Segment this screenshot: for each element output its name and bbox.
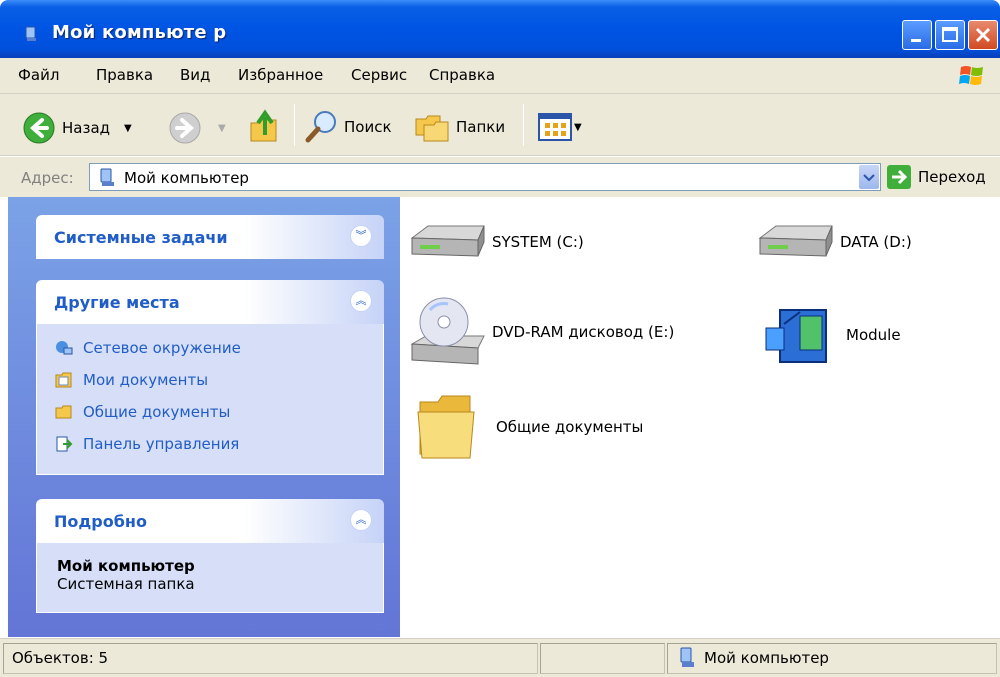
- minimize-icon: [911, 39, 921, 42]
- link-control-panel[interactable]: Панель управления: [37, 428, 383, 460]
- views-button[interactable]: ▼: [538, 111, 582, 143]
- link-shared-documents[interactable]: Общие документы: [37, 396, 383, 428]
- status-bar: Объектов: 5 Мой компьютер: [0, 638, 1000, 677]
- up-folder-icon: [250, 109, 277, 142]
- maximize-icon: [942, 27, 958, 42]
- up-folder-button[interactable]: [248, 109, 282, 145]
- chevron-down-icon: [863, 174, 875, 182]
- back-dropdown-icon[interactable]: ▼: [124, 123, 132, 134]
- close-icon: [975, 27, 991, 43]
- search-button[interactable]: Поиск: [304, 109, 392, 145]
- drive-e-item[interactable]: DVD-RAM дисковод (E:): [408, 292, 674, 372]
- menu-favorites[interactable]: Избранное: [238, 66, 323, 84]
- other-places-header[interactable]: Другие места ︽: [36, 280, 384, 324]
- link-my-documents-label: Мои документы: [83, 371, 209, 389]
- module-item[interactable]: Module: [764, 300, 901, 370]
- drive-d-item[interactable]: DATA (D:): [756, 214, 912, 270]
- computer-icon: [100, 168, 114, 186]
- status-objects: Объектов: 5: [12, 649, 109, 667]
- back-button[interactable]: Назад ▼: [22, 111, 132, 145]
- link-network-label: Сетевое окружение: [83, 339, 241, 357]
- drive-e-label: DVD-RAM дисковод (E:): [492, 323, 675, 341]
- shared-docs-item[interactable]: Общие документы: [416, 392, 643, 462]
- maximize-button[interactable]: [935, 20, 965, 50]
- drive-c-item[interactable]: SYSTEM (C:): [408, 214, 584, 270]
- minimize-button[interactable]: [902, 20, 932, 50]
- details-body: Мой компьютер Системная папка: [36, 543, 384, 613]
- search-label: Поиск: [344, 118, 392, 136]
- forward-button[interactable]: ▼: [168, 111, 226, 145]
- dvd-drive-icon: [410, 297, 485, 365]
- hard-drive-icon: [758, 225, 833, 257]
- system-tasks-header[interactable]: Системные задачи ︾: [36, 215, 384, 259]
- other-places-title: Другие места: [54, 293, 180, 312]
- system-tasks-box: Системные задачи ︾: [36, 215, 384, 259]
- link-my-documents[interactable]: Мои документы: [37, 364, 383, 396]
- drive-d-label: DATA (D:): [840, 233, 912, 251]
- control-panel-icon: [56, 436, 73, 452]
- drive-c-label: SYSTEM (C:): [492, 233, 584, 251]
- views-icon: [538, 113, 572, 141]
- views-dropdown-icon[interactable]: ▼: [574, 122, 582, 133]
- menu-bar: Файл Правка Вид Избранное Сервис Справка: [0, 58, 1000, 94]
- menu-view[interactable]: Вид: [180, 66, 210, 84]
- back-arrow-icon: [23, 112, 55, 144]
- details-type: Системная папка: [57, 575, 195, 593]
- menu-tools[interactable]: Сервис: [351, 66, 407, 84]
- link-shared-documents-label: Общие документы: [83, 403, 231, 421]
- search-icon: [305, 111, 336, 143]
- menu-help[interactable]: Справка: [429, 66, 495, 84]
- folders-label: Папки: [456, 118, 506, 136]
- address-label: Адрес:: [21, 169, 74, 187]
- menu-edit[interactable]: Правка: [96, 66, 153, 84]
- computer-icon: [680, 647, 694, 667]
- back-label: Назад: [62, 119, 111, 137]
- link-network[interactable]: Сетевое окружение: [37, 332, 383, 364]
- go-button[interactable]: Переход: [887, 165, 986, 189]
- hard-drive-icon: [410, 225, 485, 257]
- address-value: Мой компьютер: [124, 169, 249, 187]
- task-pane: Системные задачи ︾ Другие места ︽ Сетево…: [8, 197, 400, 637]
- menu-file[interactable]: Файл: [18, 66, 59, 84]
- address-field[interactable]: Мой компьютер: [89, 163, 881, 191]
- my-documents-icon: [55, 372, 72, 388]
- status-location: Мой компьютер: [704, 649, 829, 667]
- folders-icon: [415, 115, 449, 142]
- collapse-chevron-icon[interactable]: ︽: [350, 509, 372, 531]
- details-title: Подробно: [54, 512, 147, 531]
- details-box: Подробно ︽ Мой компьютер Системная папка: [36, 499, 384, 613]
- details-name: Мой компьютер: [57, 557, 195, 575]
- forward-dropdown-icon[interactable]: ▼: [218, 123, 226, 134]
- system-tasks-title: Системные задачи: [54, 228, 228, 247]
- details-header[interactable]: Подробно ︽: [36, 499, 384, 543]
- network-icon: [56, 341, 73, 355]
- computer-icon: [25, 26, 36, 41]
- folder-icon: [55, 405, 72, 419]
- forward-arrow-icon: [169, 112, 201, 144]
- title-bar[interactable]: Мой компьюте р: [0, 0, 1000, 58]
- expand-chevron-icon[interactable]: ︾: [350, 225, 372, 247]
- close-button[interactable]: [968, 20, 998, 50]
- folder-icon: [417, 395, 475, 459]
- module-icon: [765, 309, 827, 363]
- folders-button[interactable]: Папки: [414, 109, 505, 145]
- go-label: Переход: [918, 168, 986, 186]
- address-bar: Адрес: Мой компьютер Переход: [0, 157, 1000, 197]
- go-arrow-icon: [887, 165, 911, 189]
- module-label: Module: [846, 326, 901, 344]
- windows-logo-icon: [959, 66, 983, 85]
- window-title: Мой компьюте р: [52, 22, 227, 43]
- other-places-box: Другие места ︽ Сетевое окружение Мои док…: [36, 280, 384, 475]
- link-control-panel-label: Панель управления: [83, 435, 240, 453]
- address-dropdown-button[interactable]: [859, 165, 879, 189]
- other-places-body: Сетевое окружение Мои документы Общие до…: [36, 324, 384, 475]
- shared-docs-label: Общие документы: [496, 418, 644, 436]
- collapse-chevron-icon[interactable]: ︽: [350, 290, 372, 312]
